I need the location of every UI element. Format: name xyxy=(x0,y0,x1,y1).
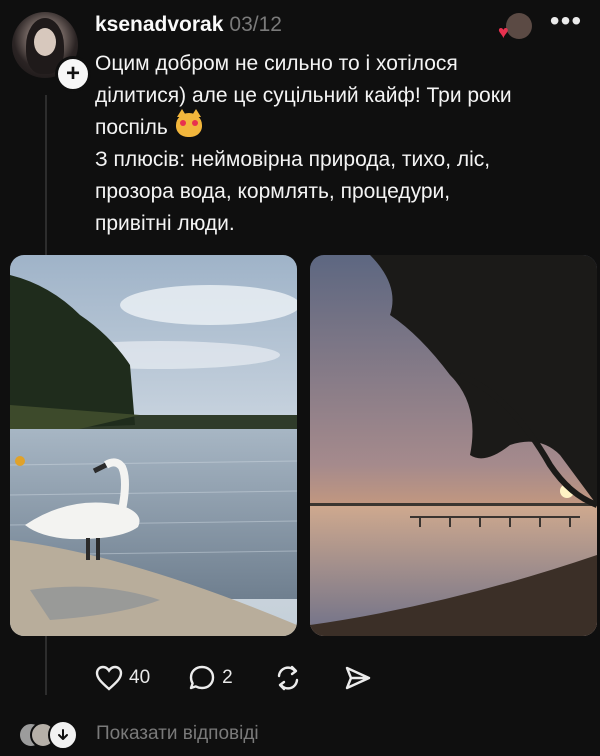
heart-eyes-cat-emoji-icon xyxy=(175,109,202,137)
post-text-line-with-emoji: поспіль xyxy=(95,109,580,144)
like-button[interactable]: 40 xyxy=(95,665,150,691)
sunset-lake-photo[interactable] xyxy=(310,255,597,636)
follow-plus-button[interactable]: + xyxy=(55,56,91,92)
post-actions: 40 2 xyxy=(95,662,373,694)
post-text-line: З плюсів: неймовірна природа, тихо, ліс, xyxy=(95,148,491,171)
share-button[interactable] xyxy=(343,664,373,692)
like-count: 40 xyxy=(129,667,151,688)
liker-avatar xyxy=(506,13,532,39)
swan-lake-photo[interactable] xyxy=(10,255,297,636)
reply-count: 2 xyxy=(222,667,233,688)
avatar-face xyxy=(34,28,56,56)
post-text-line: ділитися) але це суцільний кайф! Три рок… xyxy=(95,84,512,107)
more-options-icon[interactable]: ••• xyxy=(546,7,586,38)
repost-icon xyxy=(273,664,303,692)
repost-button[interactable] xyxy=(273,664,303,692)
post-text-line: привітні люди. xyxy=(95,212,235,235)
replier-avatars xyxy=(18,720,80,750)
arrow-down-icon xyxy=(48,720,78,750)
heart-outline-icon xyxy=(95,665,123,691)
post-date: 03/12 xyxy=(229,13,282,36)
show-replies-row[interactable]: Показати відповіді xyxy=(18,720,259,750)
post-text-line: прозора вода, кормлять, процедури, xyxy=(95,180,451,203)
show-replies-link[interactable]: Показати відповіді xyxy=(96,723,259,745)
send-icon xyxy=(343,664,373,692)
liked-by-indicator[interactable]: ♥ xyxy=(498,13,532,43)
username[interactable]: ksenadvorak xyxy=(95,13,223,37)
comment-icon xyxy=(188,664,216,692)
post-text-line: Оцим добром не сильно то і хотілося xyxy=(95,52,458,75)
post-text-line: поспіль xyxy=(95,116,168,139)
post-text: Оцим добром не сильно то і хотілося діли… xyxy=(95,48,580,240)
heart-icon: ♥ xyxy=(498,22,509,42)
post-header: ksenadvorak 03/12 xyxy=(95,13,282,39)
reply-button[interactable]: 2 xyxy=(188,664,233,692)
